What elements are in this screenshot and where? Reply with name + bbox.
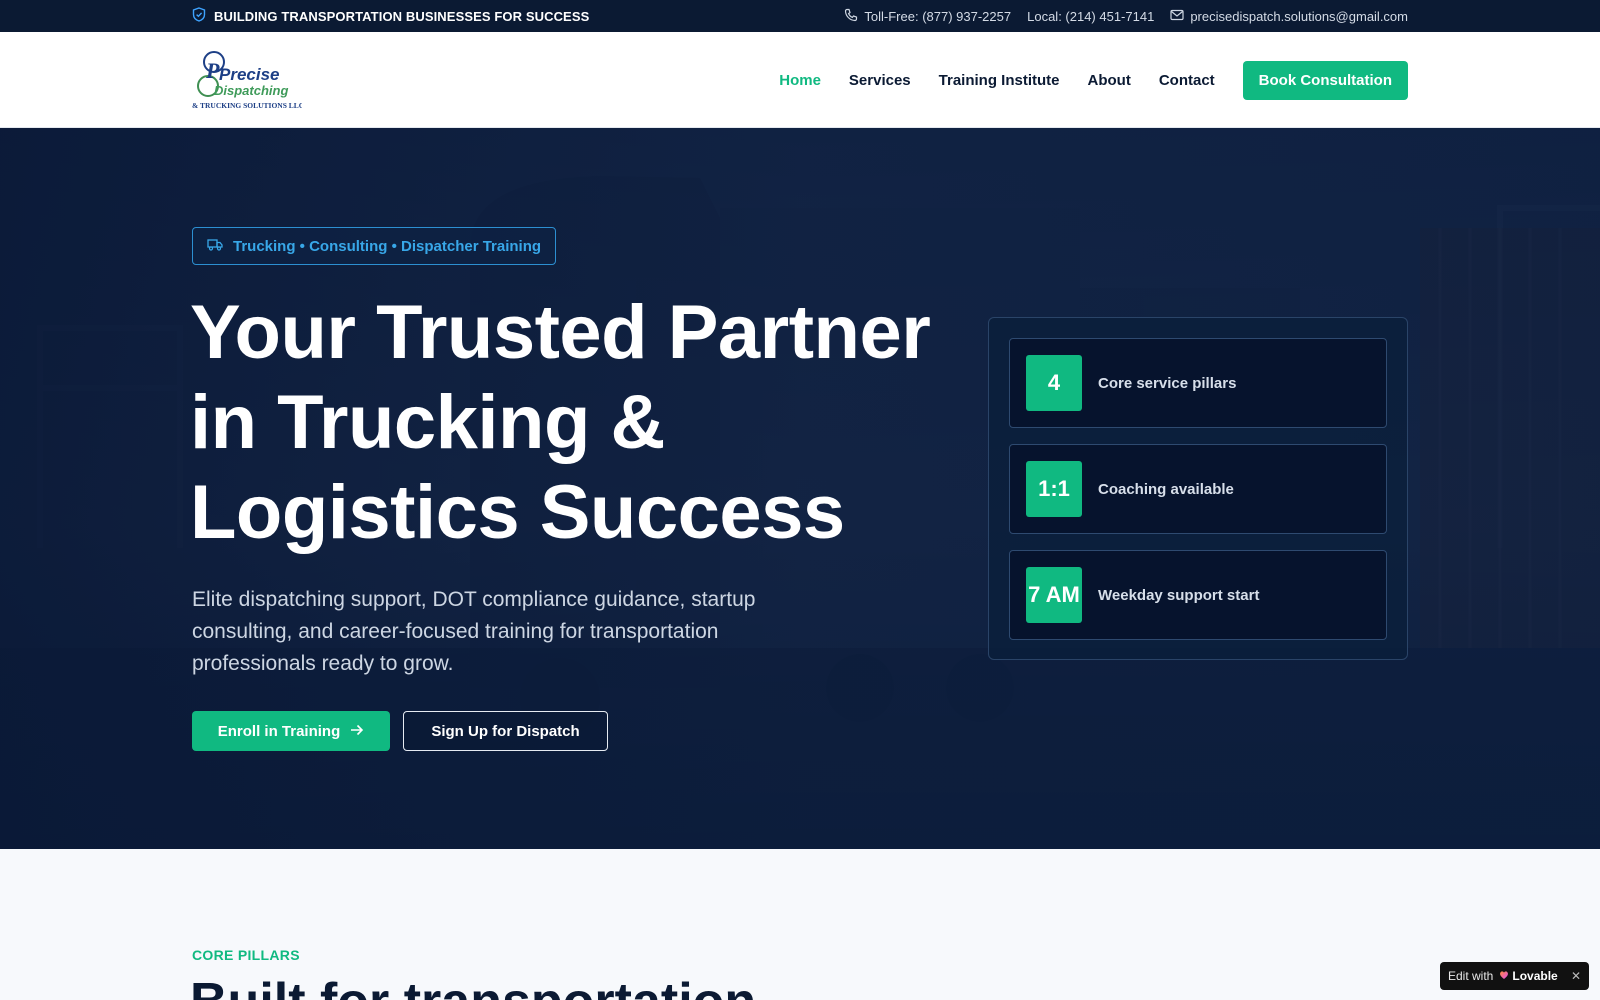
stat-card: 7 AM Weekday support start <box>1009 550 1387 640</box>
stat-value: 7 AM <box>1026 567 1082 623</box>
phone-icon <box>844 8 858 25</box>
arrow-right-icon <box>350 723 364 740</box>
main-nav: P Precise Dispatching & TRUCKING SOLUTIO… <box>0 32 1600 128</box>
nav-services[interactable]: Services <box>849 72 911 89</box>
mail-icon <box>1170 9 1184 24</box>
email-link[interactable]: precisedispatch.solutions@gmail.com <box>1170 9 1408 24</box>
stat-value: 4 <box>1026 355 1082 411</box>
close-icon[interactable]: ✕ <box>1571 969 1581 983</box>
stat-value: 1:1 <box>1026 461 1082 517</box>
company-logo[interactable]: P Precise Dispatching & TRUCKING SOLUTIO… <box>192 48 304 112</box>
top-bar: BUILDING TRANSPORTATION BUSINESSES FOR S… <box>0 0 1600 32</box>
pill-text: Trucking • Consulting • Dispatcher Train… <box>233 237 542 255</box>
nav-contact[interactable]: Contact <box>1159 72 1215 89</box>
topbar-tagline: BUILDING TRANSPORTATION BUSINESSES FOR S… <box>192 0 589 32</box>
heart-icon <box>1499 969 1509 983</box>
headline-line-3: Logistics Success <box>190 470 845 555</box>
nav-training-institute[interactable]: Training Institute <box>939 72 1060 89</box>
hero-headline: Your Trusted Partner in Trucking & Logis… <box>190 288 950 558</box>
logo-line2: Dispatching <box>214 83 288 98</box>
logo-line3: & TRUCKING SOLUTIONS LLC <box>192 101 302 110</box>
svg-text:P: P <box>205 58 220 83</box>
headline-line-2: in Trucking & <box>190 380 665 465</box>
book-consultation-button[interactable]: Book Consultation <box>1242 60 1408 100</box>
stat-label: Coaching available <box>1098 480 1234 498</box>
enroll-label: Enroll in Training <box>217 722 341 740</box>
enroll-in-training-button[interactable]: Enroll in Training <box>192 711 390 751</box>
headline-line-1: Your Trusted Partner <box>190 290 931 375</box>
logo-line1: Precise <box>219 65 280 84</box>
lovable-brand: Lovable <box>1499 969 1558 983</box>
nav-home[interactable]: Home <box>779 72 821 89</box>
nav-links: Home Services Training Institute About C… <box>779 32 1408 128</box>
hero-content: Trucking • Consulting • Dispatcher Train… <box>0 128 1600 849</box>
toll-free-text: Toll-Free: (877) 937-2257 <box>864 8 1012 24</box>
shield-icon <box>192 7 206 25</box>
services-pill: Trucking • Consulting • Dispatcher Train… <box>192 227 557 265</box>
lovable-brand-text: Lovable <box>1512 969 1558 983</box>
topbar-contacts: Toll-Free: (877) 937-2257 Local: (214) 4… <box>844 0 1408 32</box>
stat-label: Core service pillars <box>1098 374 1237 392</box>
toll-free-link[interactable]: Toll-Free: (877) 937-2257 <box>844 8 1011 25</box>
lovable-prefix: Edit with <box>1448 969 1494 983</box>
tagline-text: BUILDING TRANSPORTATION BUSINESSES FOR S… <box>214 8 590 24</box>
stat-label: Weekday support start <box>1098 586 1260 604</box>
email-text: precisedispatch.solutions@gmail.com <box>1190 8 1408 24</box>
section-title: Built for transportation <box>190 972 756 1000</box>
nav-about[interactable]: About <box>1088 72 1131 89</box>
sign-up-for-dispatch-button[interactable]: Sign Up for Dispatch <box>403 711 608 751</box>
edit-with-lovable-badge[interactable]: Edit with Lovable ✕ <box>1440 962 1589 990</box>
stats-panel: 4 Core service pillars 1:1 Coaching avai… <box>988 317 1408 660</box>
truck-icon <box>207 238 223 255</box>
local-phone-link[interactable]: Local: (214) 451-7141 <box>1027 9 1154 24</box>
stat-card: 4 Core service pillars <box>1009 338 1387 428</box>
hero-section: Trucking • Consulting • Dispatcher Train… <box>0 128 1600 849</box>
local-phone-text: Local: (214) 451-7141 <box>1027 8 1155 24</box>
stat-card: 1:1 Coaching available <box>1009 444 1387 534</box>
section-eyebrow: CORE PILLARS <box>192 947 300 963</box>
hero-subhead: Elite dispatching support, DOT complianc… <box>192 588 756 675</box>
